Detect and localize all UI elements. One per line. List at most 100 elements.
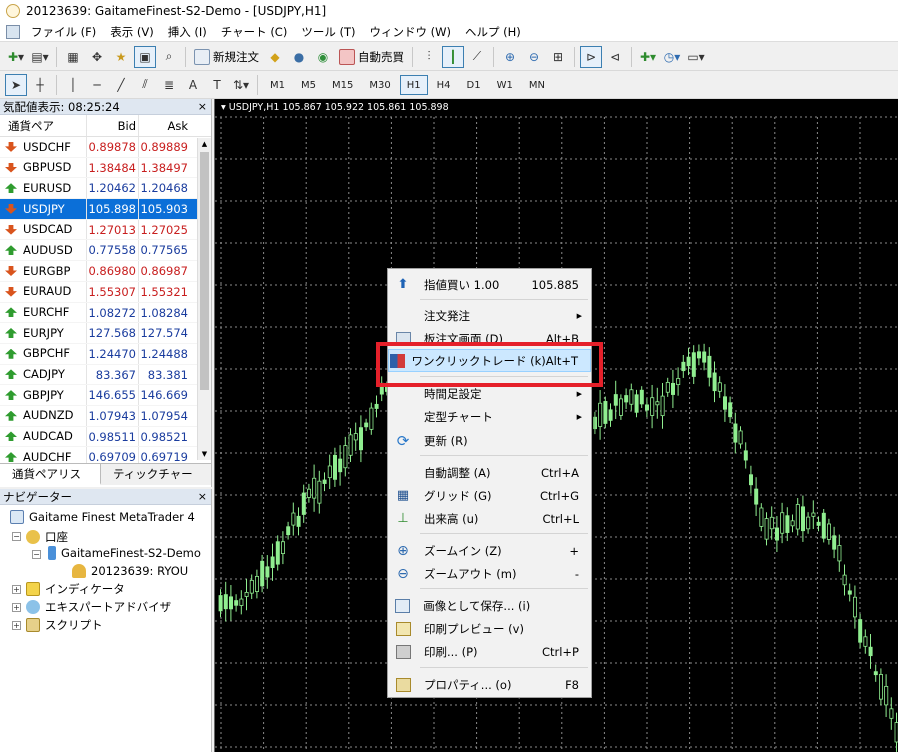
menu-item-zoom-out[interactable]: ⊖ ズームアウト (m) -: [388, 562, 591, 585]
vertical-line-icon[interactable]: │: [62, 74, 84, 96]
indicators-icon[interactable]: ✚▾: [637, 46, 659, 68]
symbol-row[interactable]: GBPCHF 1.24470 1.24488: [0, 343, 211, 365]
tester-icon[interactable]: ⌕: [158, 46, 180, 68]
terminal-icon[interactable]: ▣: [134, 45, 156, 68]
menu-item-buy-limit[interactable]: ⬆ 指値買い 1.00 105.885: [388, 273, 591, 296]
channel-icon[interactable]: ⫽: [134, 74, 156, 96]
nav-experts[interactable]: エキスパートアドバイザ: [26, 599, 171, 615]
scroll-down-icon[interactable]: ▼: [198, 448, 211, 460]
cursor-icon[interactable]: ➤: [5, 73, 27, 96]
candlestick-icon[interactable]: ┃: [442, 45, 464, 68]
symbol-row[interactable]: EURCHF 1.08272 1.08284: [0, 302, 211, 324]
menu-item-grid[interactable]: ▦ グリッド (G) Ctrl+G: [388, 484, 591, 507]
menu-view[interactable]: 表示 (V): [103, 22, 161, 42]
expand-icon[interactable]: +: [12, 603, 21, 612]
nav-server[interactable]: GaitameFinest-S2-Demo: [48, 546, 201, 560]
document-icon[interactable]: [6, 24, 20, 39]
navigator-icon[interactable]: ★: [110, 46, 132, 68]
menu-item-properties[interactable]: プロパティ... (o) F8: [388, 673, 591, 696]
tab-tick-chart[interactable]: ティックチャート: [101, 464, 212, 501]
menu-item-print-preview[interactable]: 印刷プレビュー (v): [388, 617, 591, 640]
profiles-icon[interactable]: ▤▾: [29, 46, 51, 68]
tab-symbols[interactable]: 通貨ペアリスト: [0, 464, 101, 501]
symbol-row[interactable]: AUDUSD 0.77558 0.77565: [0, 240, 211, 262]
timeframe-m15[interactable]: M15: [325, 75, 360, 95]
metaeditor-icon[interactable]: ◆: [264, 46, 286, 68]
bar-chart-icon[interactable]: ⫶: [418, 46, 440, 68]
timeframe-m30[interactable]: M30: [362, 75, 397, 95]
symbol-row[interactable]: EURAUD 1.55307 1.55321: [0, 281, 211, 303]
timeframe-m1[interactable]: M1: [263, 75, 292, 95]
collapse-icon[interactable]: −: [12, 532, 21, 541]
symbol-row[interactable]: CADJPY 83.367 83.381: [0, 364, 211, 386]
expand-icon[interactable]: +: [12, 585, 21, 594]
market-watch-scrollbar[interactable]: ▲ ▼: [197, 138, 211, 460]
zoom-in-icon[interactable]: ⊕: [499, 46, 521, 68]
text-label-icon[interactable]: T: [206, 74, 228, 96]
trendline-icon[interactable]: ╱: [110, 74, 132, 96]
column-pair[interactable]: 通貨ペア: [0, 115, 86, 136]
nav-accounts[interactable]: 口座: [26, 529, 68, 545]
symbol-row[interactable]: GBPUSD 1.38484 1.38497: [0, 157, 211, 179]
column-bid[interactable]: Bid: [86, 115, 138, 136]
line-chart-icon[interactable]: ⟋: [466, 46, 488, 68]
expand-icon[interactable]: +: [12, 621, 21, 630]
menu-tools[interactable]: ツール (T): [294, 22, 362, 42]
tile-windows-icon[interactable]: ⊞: [547, 46, 569, 68]
timeframe-mn[interactable]: MN: [522, 75, 552, 95]
nav-scripts[interactable]: スクリプト: [26, 617, 103, 633]
crosshair-icon[interactable]: ┼: [29, 74, 51, 96]
symbol-row[interactable]: EURJPY 127.568 127.574: [0, 323, 211, 344]
menu-file[interactable]: ファイル (F): [24, 22, 103, 42]
text-icon[interactable]: A: [182, 74, 204, 96]
new-order-button[interactable]: 新規注文: [190, 46, 263, 68]
nav-root[interactable]: Gaitame Finest MetaTrader 4: [10, 510, 195, 524]
symbol-row[interactable]: GBPJPY 146.655 146.669: [0, 385, 211, 406]
scroll-thumb[interactable]: [200, 152, 209, 390]
periods-icon[interactable]: ◷▾: [661, 46, 683, 68]
close-icon[interactable]: ×: [198, 99, 207, 115]
nav-indicators[interactable]: インディケータ: [26, 581, 125, 597]
close-icon[interactable]: ×: [198, 489, 207, 505]
symbol-row[interactable]: USDJPY 105.898 105.903: [0, 199, 211, 220]
signals-icon[interactable]: ◉: [312, 46, 334, 68]
new-chart-icon[interactable]: ✚ ▾: [5, 46, 27, 68]
market-watch-icon[interactable]: ▦: [62, 46, 84, 68]
templates-icon[interactable]: ▭▾: [685, 46, 707, 68]
horizontal-line-icon[interactable]: ─: [86, 74, 108, 96]
timeframe-h4[interactable]: H4: [430, 75, 458, 95]
auto-trading-button[interactable]: 自動売買: [335, 46, 408, 68]
symbol-row[interactable]: USDCAD 1.27013 1.27025: [0, 219, 211, 241]
menu-item-templates[interactable]: 定型チャート ▶: [388, 405, 591, 428]
menu-window[interactable]: ウィンドウ (W): [362, 22, 458, 42]
symbol-row[interactable]: EURGBP 0.86980 0.86987: [0, 261, 211, 282]
menu-item-save-as-picture[interactable]: 画像として保存... (i): [388, 594, 591, 617]
nav-account[interactable]: 20123639: RYOU: [72, 564, 188, 578]
fibonacci-icon[interactable]: ≣: [158, 74, 180, 96]
menu-item-auto-scroll[interactable]: 自動調整 (A) Ctrl+A: [388, 461, 591, 484]
menu-item-zoom-in[interactable]: ⊕ ズームイン (Z) +: [388, 539, 591, 562]
community-icon[interactable]: ●: [288, 46, 310, 68]
timeframe-w1[interactable]: W1: [490, 75, 520, 95]
symbol-row[interactable]: AUDNZD 1.07943 1.07954: [0, 405, 211, 427]
collapse-icon[interactable]: −: [32, 550, 41, 559]
scroll-up-icon[interactable]: ▲: [198, 138, 211, 150]
menu-item-print[interactable]: 印刷... (P) Ctrl+P: [388, 640, 591, 663]
chart-shift-icon[interactable]: ⊲: [604, 46, 626, 68]
symbol-row[interactable]: EURUSD 1.20462 1.20468: [0, 178, 211, 200]
column-ask[interactable]: Ask: [138, 115, 192, 136]
timeframe-d1[interactable]: D1: [460, 75, 488, 95]
menu-charts[interactable]: チャート (C): [214, 22, 295, 42]
data-window-icon[interactable]: ✥: [86, 46, 108, 68]
menu-item-place-order[interactable]: 注文発注 ▶: [388, 304, 591, 327]
auto-scroll-icon[interactable]: ⊳: [580, 45, 602, 68]
menu-insert[interactable]: 挿入 (I): [161, 22, 214, 42]
menu-help[interactable]: ヘルプ (H): [458, 22, 528, 42]
menu-item-refresh[interactable]: ⟳ 更新 (R): [388, 429, 591, 452]
arrows-icon[interactable]: ⇅▾: [230, 74, 252, 96]
symbol-row[interactable]: AUDCAD 0.98511 0.98521: [0, 426, 211, 448]
menu-item-volumes[interactable]: ⊥ 出来高 (u) Ctrl+L: [388, 507, 591, 530]
symbol-row[interactable]: USDCHF 0.89878 0.89889: [0, 137, 211, 158]
timeframe-m5[interactable]: M5: [294, 75, 323, 95]
timeframe-h1[interactable]: H1: [399, 74, 428, 95]
